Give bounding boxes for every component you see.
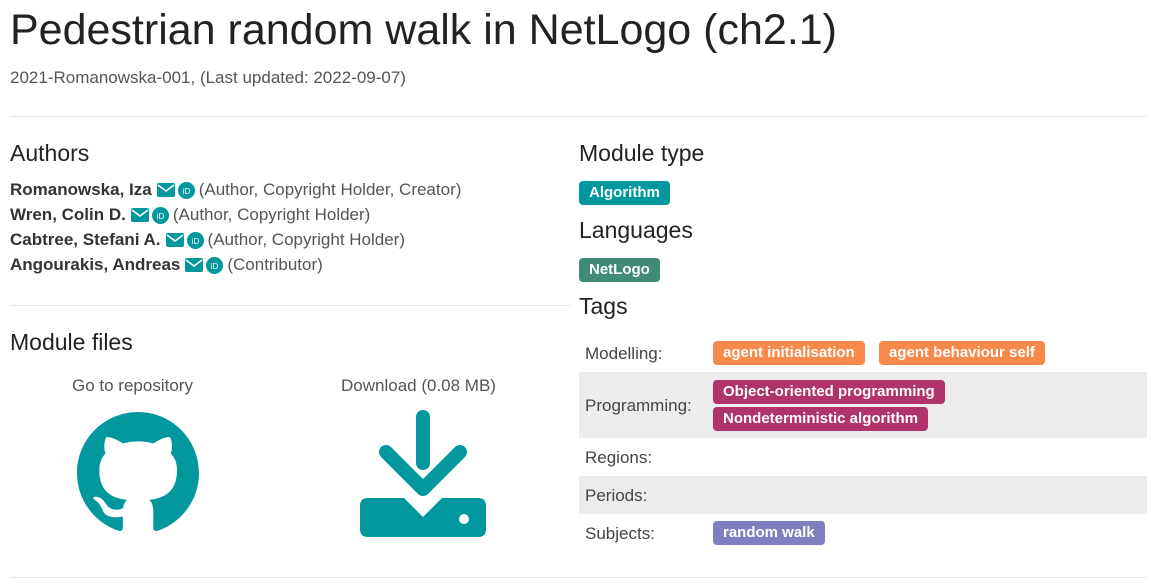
envelope-icon[interactable] bbox=[185, 258, 204, 272]
module-type-heading: Module type bbox=[579, 140, 705, 166]
envelope-icon[interactable] bbox=[165, 233, 184, 247]
tags-heading: Tags bbox=[579, 293, 628, 319]
authors-heading: Authors bbox=[10, 140, 90, 166]
github-icon[interactable] bbox=[77, 412, 199, 534]
divider-authors bbox=[10, 305, 571, 306]
tag-row-label: Subjects: bbox=[585, 524, 655, 543]
orcid-icon[interactable]: iD bbox=[186, 231, 204, 249]
module-files-heading: Module files bbox=[10, 329, 133, 355]
tag-row-periods: Periods: bbox=[579, 476, 1147, 514]
author-item: Wren, Colin D. iD (Author, Copyright Hol… bbox=[10, 205, 370, 225]
orcid-icon[interactable]: iD bbox=[151, 206, 169, 224]
tag-badge[interactable]: agent behaviour self bbox=[879, 341, 1045, 365]
divider-top bbox=[10, 116, 1147, 117]
orcid-icon[interactable]: iD bbox=[177, 181, 195, 199]
tag-badge[interactable]: Nondeterministic algorithm bbox=[713, 407, 929, 431]
tag-row-programming: Programming: Object-oriented programming… bbox=[579, 372, 1147, 438]
svg-text:iD: iD bbox=[191, 237, 199, 246]
language-badge[interactable]: NetLogo bbox=[579, 258, 660, 282]
author-role: (Author, Copyright Holder) bbox=[207, 230, 406, 249]
repository-label[interactable]: Go to repository bbox=[72, 376, 193, 396]
divider-bottom bbox=[10, 577, 1147, 578]
module-type-badge[interactable]: Algorithm bbox=[579, 181, 670, 205]
envelope-icon[interactable] bbox=[156, 183, 175, 197]
page-title: Pedestrian random walk in NetLogo (ch2.1… bbox=[10, 6, 837, 54]
author-role: (Contributor) bbox=[227, 255, 323, 274]
orcid-icon[interactable]: iD bbox=[206, 256, 224, 274]
tag-row-modelling: Modelling: agent initialisation agent be… bbox=[579, 334, 1147, 372]
tag-badge[interactable]: Object-oriented programming bbox=[713, 380, 945, 404]
author-name[interactable]: Cabtree, Stefani A. bbox=[10, 230, 161, 250]
svg-text:iD: iD bbox=[211, 262, 219, 271]
svg-text:iD: iD bbox=[182, 187, 190, 196]
author-role: (Author, Copyright Holder) bbox=[172, 205, 371, 224]
download-icon[interactable] bbox=[360, 410, 486, 537]
svg-text:iD: iD bbox=[157, 212, 165, 221]
tag-badge[interactable]: agent initialisation bbox=[713, 341, 865, 365]
author-role: (Author, Copyright Holder, Creator) bbox=[198, 180, 462, 199]
tag-row-label: Modelling: bbox=[585, 344, 663, 363]
author-item: Angourakis, Andreas iD (Contributor) bbox=[10, 255, 323, 275]
tag-row-subjects: Subjects: random walk bbox=[579, 514, 1147, 552]
languages-heading: Languages bbox=[579, 217, 693, 243]
author-name[interactable]: Wren, Colin D. bbox=[10, 205, 126, 225]
tag-row-label: Programming: bbox=[585, 396, 692, 415]
author-item: Romanowska, Iza iD (Author, Copyright Ho… bbox=[10, 180, 461, 200]
page-subtitle: 2021-Romanowska-001, (Last updated: 2022… bbox=[10, 68, 406, 87]
tag-row-regions: Regions: bbox=[579, 438, 1147, 476]
download-label[interactable]: Download (0.08 MB) bbox=[341, 376, 496, 396]
author-name[interactable]: Romanowska, Iza bbox=[10, 180, 152, 200]
author-item: Cabtree, Stefani A. iD (Author, Copyrigh… bbox=[10, 230, 405, 250]
tag-badge[interactable]: random walk bbox=[713, 521, 825, 545]
tag-row-label: Periods: bbox=[585, 486, 648, 505]
envelope-icon[interactable] bbox=[130, 208, 149, 222]
author-name[interactable]: Angourakis, Andreas bbox=[10, 255, 180, 275]
tag-row-label: Regions: bbox=[585, 448, 653, 467]
